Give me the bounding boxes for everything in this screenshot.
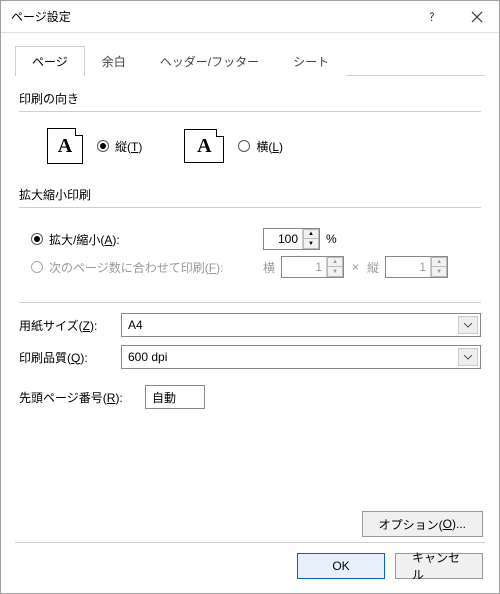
fit-wide-label: 横 <box>263 259 275 276</box>
orientation-row: A 縦(T) A 横(L) <box>19 122 481 186</box>
landscape-label: 横(L) <box>256 138 283 155</box>
times-label: × <box>352 260 359 274</box>
chevron-down-icon <box>458 348 478 366</box>
window-title: ページ設定 <box>11 8 409 25</box>
adjust-to-input[interactable] <box>264 229 302 249</box>
page-setup-dialog: ページ設定 ページ 余白 ヘッダー/フッター シート 印刷の向き A 縦(T) … <box>0 0 500 594</box>
radio-icon <box>97 140 109 152</box>
portrait-icon: A <box>47 128 83 164</box>
radio-icon <box>238 140 250 152</box>
paper-size-label: 用紙サイズ(Z): <box>19 317 121 334</box>
cancel-button[interactable]: キャンセル <box>395 553 483 579</box>
landscape-radio[interactable]: 横(L) <box>238 138 283 155</box>
dialog-body: ページ 余白 ヘッダー/フッター シート 印刷の向き A 縦(T) A 横(L)… <box>1 33 499 409</box>
spin-down[interactable]: ▼ <box>303 239 319 249</box>
tab-sheet[interactable]: シート <box>276 46 346 76</box>
divider <box>19 302 481 303</box>
tab-strip: ページ 余白 ヘッダー/フッター シート <box>15 45 485 76</box>
chevron-down-icon <box>458 316 478 334</box>
percent-label: % <box>326 232 337 246</box>
paper-size-select[interactable]: A4 <box>121 313 481 337</box>
print-quality-row: 印刷品質(Q): 600 dpi <box>19 345 481 369</box>
fit-tall-spinner[interactable]: ▲▼ <box>385 256 448 278</box>
first-page-row: 先頭ページ番号(R): 自動 <box>19 385 481 409</box>
fit-wide-spinner[interactable]: ▲▼ <box>281 256 344 278</box>
radio-icon <box>31 233 43 245</box>
print-quality-label: 印刷品質(Q): <box>19 349 121 366</box>
scaling-group: 拡大/縮小(A): ▲▼ % 次のページ数に合わせて印刷(F): 横 <box>19 218 481 302</box>
adjust-to-radio[interactable]: 拡大/縮小(A): <box>31 231 263 248</box>
fit-to-label: 次のページ数に合わせて印刷(F): <box>49 259 223 276</box>
spin-down[interactable]: ▼ <box>431 267 447 277</box>
divider <box>19 111 481 112</box>
portrait-radio[interactable]: 縦(T) <box>97 138 142 155</box>
options-button[interactable]: オプション(O)... <box>362 511 483 537</box>
print-quality-value: 600 dpi <box>128 350 167 364</box>
footer: OK キャンセル <box>297 553 483 579</box>
radio-icon <box>31 261 43 273</box>
titlebar: ページ設定 <box>1 1 499 33</box>
spin-up[interactable]: ▲ <box>431 257 447 267</box>
fit-tall-label: 縦 <box>367 259 379 276</box>
spin-down[interactable]: ▼ <box>327 267 343 277</box>
fit-to-radio[interactable]: 次のページ数に合わせて印刷(F): <box>31 259 263 276</box>
print-quality-select[interactable]: 600 dpi <box>121 345 481 369</box>
paper-size-value: A4 <box>128 318 143 332</box>
tab-panel-page: 印刷の向き A 縦(T) A 横(L) 拡大縮小印刷 <box>15 76 485 409</box>
help-button[interactable] <box>409 2 454 32</box>
orientation-group-label: 印刷の向き <box>19 90 481 107</box>
tab-page[interactable]: ページ <box>15 46 85 76</box>
paper-size-row: 用紙サイズ(Z): A4 <box>19 313 481 337</box>
fit-wide-input[interactable] <box>282 257 326 277</box>
tab-margins[interactable]: 余白 <box>85 46 143 76</box>
divider <box>15 542 485 543</box>
adjust-to-spinner[interactable]: ▲▼ <box>263 228 320 250</box>
first-page-label: 先頭ページ番号(R): <box>19 389 145 406</box>
options-row: オプション(O)... <box>362 511 483 537</box>
adjust-to-row: 拡大/縮小(A): ▲▼ % <box>31 228 481 250</box>
divider <box>19 207 481 208</box>
fit-tall-input[interactable] <box>386 257 430 277</box>
portrait-label: 縦(T) <box>115 138 142 155</box>
scaling-group-label: 拡大縮小印刷 <box>19 186 481 203</box>
tab-header-footer[interactable]: ヘッダー/フッター <box>143 46 276 76</box>
landscape-icon: A <box>184 129 224 163</box>
fit-to-row: 次のページ数に合わせて印刷(F): 横 ▲▼ × 縦 ▲▼ <box>31 256 481 278</box>
spin-up[interactable]: ▲ <box>327 257 343 267</box>
spin-up[interactable]: ▲ <box>303 229 319 239</box>
close-button[interactable] <box>454 2 499 32</box>
first-page-input[interactable]: 自動 <box>145 385 205 409</box>
adjust-to-label: 拡大/縮小(A): <box>49 231 120 248</box>
ok-button[interactable]: OK <box>297 553 385 579</box>
